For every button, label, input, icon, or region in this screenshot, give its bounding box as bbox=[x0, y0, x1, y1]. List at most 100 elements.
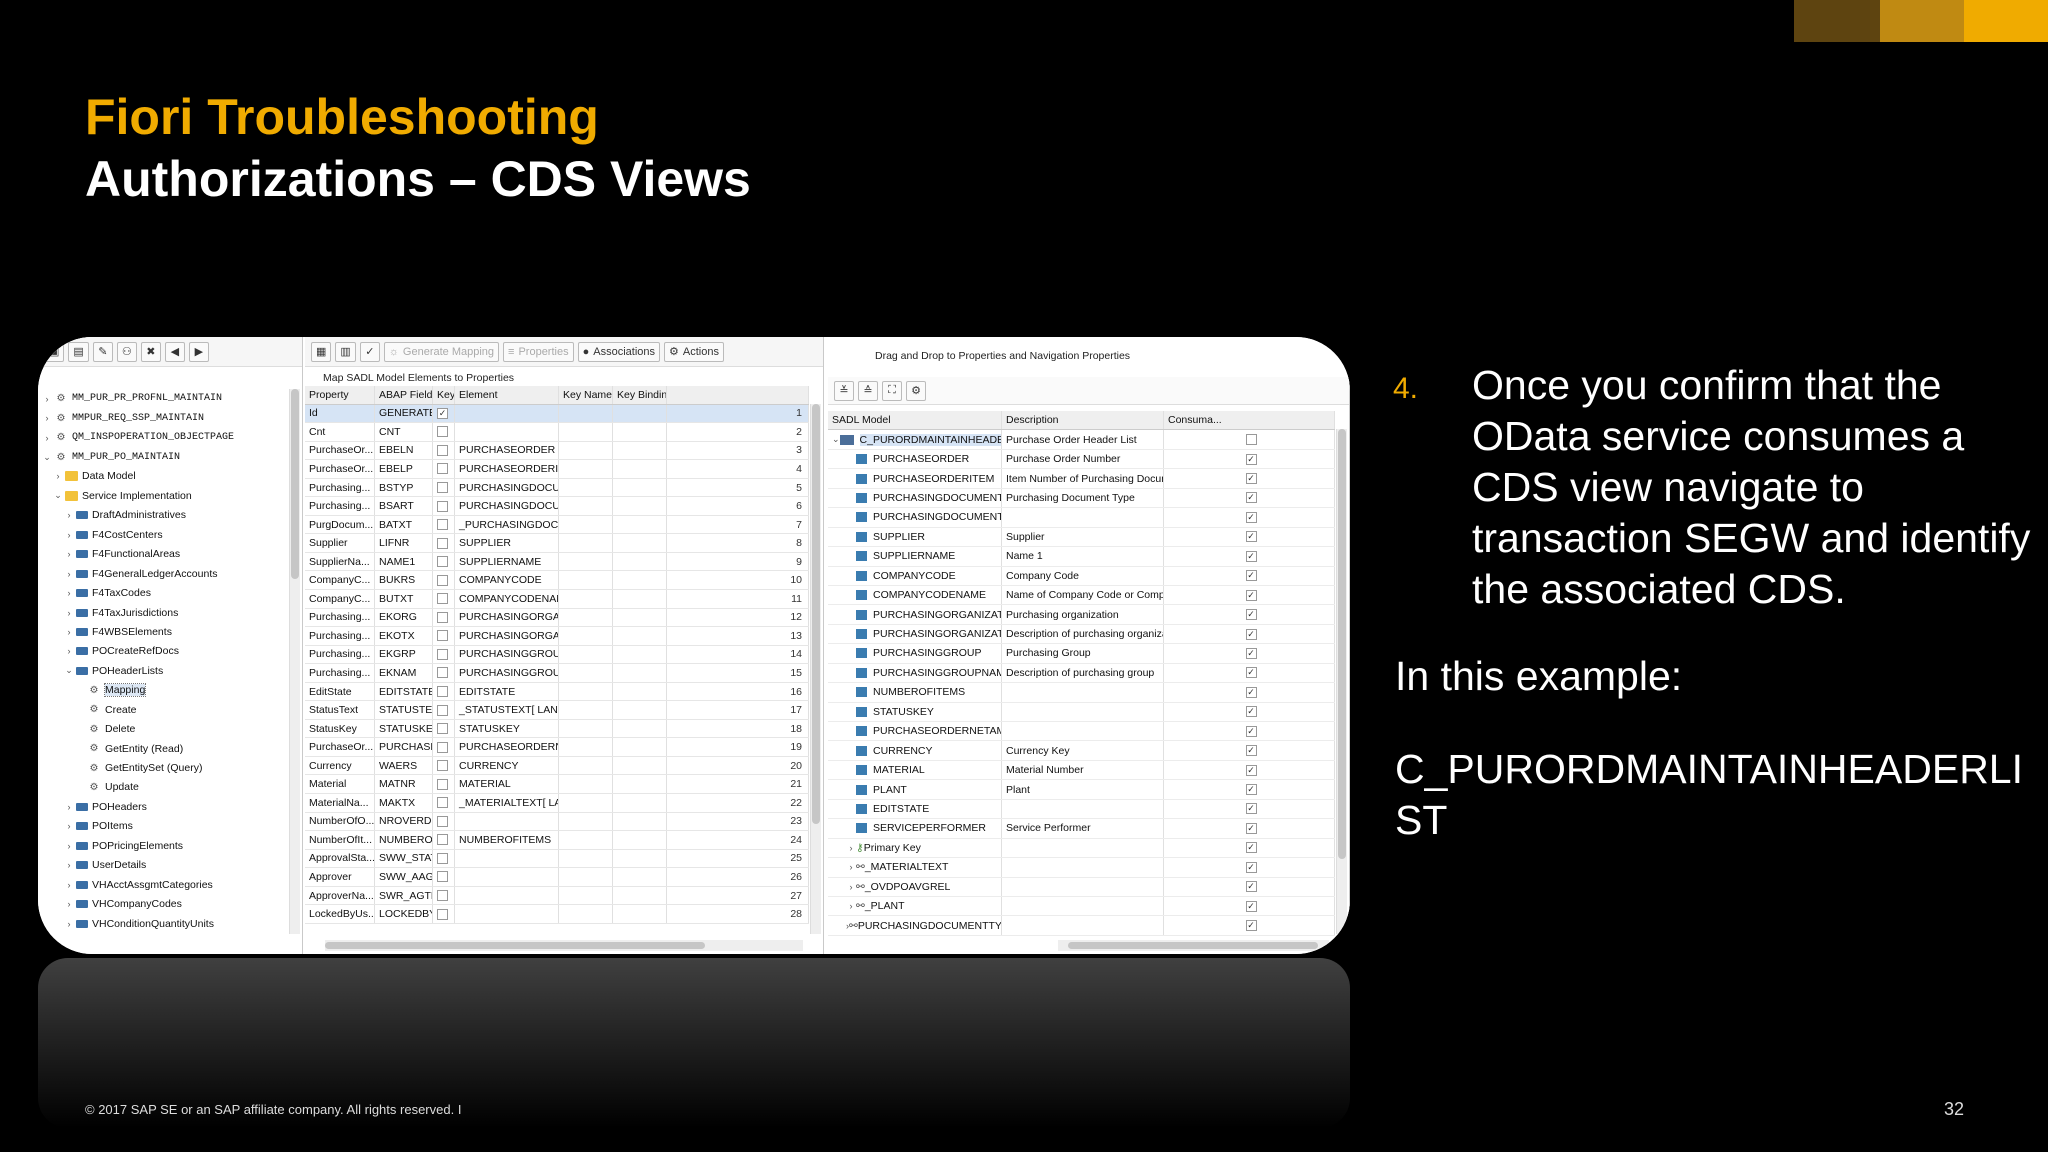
property-cell[interactable]: Id bbox=[305, 404, 375, 423]
column-header[interactable]: Key Name bbox=[559, 386, 613, 404]
consumable-checkbox[interactable]: ✓ bbox=[1245, 745, 1257, 757]
abap-field-cell[interactable]: EBELP bbox=[375, 460, 433, 478]
sadl-row[interactable]: SUPPLIER Supplier ✓ bbox=[828, 527, 1335, 548]
key-name-cell[interactable] bbox=[559, 701, 613, 719]
abap-field-cell[interactable]: EDITSTATE bbox=[375, 682, 433, 701]
tree-item[interactable]: ⌄ ⚙ MM_PUR_PO_MAINTAIN bbox=[42, 447, 288, 466]
key-checkbox[interactable] bbox=[437, 648, 448, 660]
abap-field-cell[interactable]: NAME1 bbox=[375, 552, 433, 571]
property-cell[interactable]: Currency bbox=[305, 756, 375, 775]
table-row[interactable]: ApproverNa...SWR_AGTN... 27 bbox=[305, 886, 809, 906]
tree-scrollbar[interactable] bbox=[289, 389, 300, 934]
chevron-icon[interactable]: › bbox=[64, 588, 74, 598]
property-cell[interactable]: StatusText bbox=[305, 701, 375, 719]
abap-field-cell[interactable]: MAKTX bbox=[375, 794, 433, 812]
key-name-cell[interactable] bbox=[559, 627, 613, 645]
tree-item[interactable]: ⚙ Create bbox=[42, 700, 288, 719]
element-cell[interactable]: SUPPLIERNAME bbox=[455, 552, 559, 571]
key-name-cell[interactable] bbox=[559, 905, 613, 923]
consumable-checkbox[interactable]: ✓ bbox=[1245, 822, 1257, 834]
key-checkbox[interactable] bbox=[437, 500, 448, 512]
tree-item[interactable]: ⚙ Update bbox=[42, 778, 288, 797]
table-row[interactable]: PurchaseOr...EBELP PURCHASEORDERITEM 4 bbox=[305, 460, 809, 479]
sadl-row[interactable]: MATERIAL Material Number ✓ bbox=[828, 760, 1335, 781]
sadl-row[interactable]: PURCHASINGGROUPNAME Description of purcha… bbox=[828, 663, 1335, 684]
element-cell[interactable]: CURRENCY bbox=[455, 756, 559, 775]
key-checkbox[interactable] bbox=[437, 593, 448, 605]
table-row[interactable]: NumberOfO...NROVERDUE... 23 bbox=[305, 812, 809, 832]
key-binding-cell[interactable] bbox=[613, 849, 667, 868]
key-binding-cell[interactable] bbox=[613, 682, 667, 701]
sadl-name-cell[interactable]: PURCHASINGORGANIZATIONNAME bbox=[828, 624, 1002, 644]
key-checkbox[interactable] bbox=[437, 426, 448, 438]
tree-item[interactable]: › ⚙ QM_INSPOPERATION_OBJECTPAGE bbox=[42, 428, 288, 447]
chevron-icon[interactable]: › bbox=[64, 802, 74, 812]
key-checkbox[interactable] bbox=[437, 519, 448, 531]
abap-field-cell[interactable]: STATUSKEY bbox=[375, 719, 433, 738]
column-header[interactable]: Key bbox=[433, 386, 455, 404]
property-cell[interactable]: Material bbox=[305, 775, 375, 794]
key-name-cell[interactable] bbox=[559, 423, 613, 441]
consumable-checkbox[interactable]: ✓ bbox=[1245, 453, 1257, 465]
abap-field-cell[interactable]: LIFNR bbox=[375, 534, 433, 552]
tree-item[interactable]: › F4TaxCodes bbox=[42, 583, 288, 602]
sadl-row[interactable]: EDITSTATE ✓ bbox=[828, 799, 1335, 820]
abap-field-cell[interactable]: SWW_STATX... bbox=[375, 849, 433, 868]
consumable-checkbox[interactable]: ✓ bbox=[1245, 511, 1257, 523]
sadl-name-cell[interactable]: PURCHASINGDOCUMENTCATEGORY bbox=[828, 508, 1002, 527]
tree-item[interactable]: › VHCompanyCodes bbox=[42, 894, 288, 913]
abap-field-cell[interactable]: PURCHASEO... bbox=[375, 738, 433, 756]
sadl-name-cell[interactable]: ⌄ C_PURORDMAINTAINHEADERSLIST bbox=[828, 430, 1002, 449]
abap-field-cell[interactable]: BUTXT bbox=[375, 590, 433, 608]
abap-field-cell[interactable]: BATXT bbox=[375, 515, 433, 534]
element-cell[interactable] bbox=[455, 849, 559, 868]
key-checkbox[interactable] bbox=[437, 537, 448, 549]
key-checkbox[interactable] bbox=[437, 871, 448, 883]
table-row[interactable]: Supplier LIFNR SUPPLIER 8 bbox=[305, 534, 809, 553]
abap-field-cell[interactable]: CNT bbox=[375, 423, 433, 441]
abap-field-cell[interactable]: BUKRS bbox=[375, 571, 433, 590]
property-cell[interactable]: NumberOfIt... bbox=[305, 831, 375, 849]
element-cell[interactable]: PURCHASINGORGANIZAT... bbox=[455, 627, 559, 645]
mapping-scrollbar[interactable] bbox=[810, 404, 821, 934]
sadl-row[interactable]: PURCHASINGDOCUMENTCATEGORY ✓ bbox=[828, 508, 1335, 528]
element-cell[interactable] bbox=[455, 905, 559, 923]
column-header[interactable]: Element bbox=[455, 386, 559, 404]
consumable-checkbox[interactable]: ✓ bbox=[1245, 861, 1257, 873]
sadl-name-cell[interactable]: COMPANYCODENAME bbox=[828, 585, 1002, 605]
key-binding-cell[interactable] bbox=[613, 478, 667, 497]
grid-icon[interactable]: ▦ bbox=[311, 341, 332, 362]
element-cell[interactable]: PURCHASINGGROUP bbox=[455, 645, 559, 664]
property-cell[interactable]: PurgDocum... bbox=[305, 515, 375, 534]
table-row[interactable]: LockedByUs...LOCKEDBYU... 28 bbox=[305, 905, 809, 924]
key-name-cell[interactable] bbox=[559, 645, 613, 664]
key-name-cell[interactable] bbox=[559, 460, 613, 478]
consumable-checkbox[interactable]: ✓ bbox=[1245, 881, 1257, 893]
table-row[interactable]: Purchasing...EKNAM PURCHASINGGROUPNAME 15 bbox=[305, 664, 809, 683]
key-name-cell[interactable] bbox=[559, 404, 613, 423]
key-name-cell[interactable] bbox=[559, 756, 613, 775]
key-name-cell[interactable] bbox=[559, 515, 613, 534]
consumable-checkbox[interactable] bbox=[1245, 434, 1257, 446]
key-name-cell[interactable] bbox=[559, 682, 613, 701]
consumable-checkbox[interactable]: ✓ bbox=[1245, 570, 1257, 582]
sadl-row[interactable]: PURCHASINGGROUP Purchasing Group ✓ bbox=[828, 644, 1335, 664]
sadl-name-cell[interactable]: PURCHASINGORGANIZATION bbox=[828, 605, 1002, 624]
abap-field-cell[interactable]: EKNAM bbox=[375, 664, 433, 682]
tree-item[interactable]: ⚙ Delete bbox=[42, 719, 288, 738]
consumable-checkbox[interactable]: ✓ bbox=[1245, 647, 1257, 659]
key-name-cell[interactable] bbox=[559, 886, 613, 905]
consumable-checkbox[interactable]: ✓ bbox=[1245, 667, 1257, 679]
sadl-name-cell[interactable]: PURCHASINGDOCUMENTTYPE bbox=[828, 488, 1002, 508]
tree-item[interactable]: ⌄ Service Implementation bbox=[42, 486, 288, 505]
table-row[interactable]: PurgDocum...BATXT _PURCHASINGDOCUMEN... 7 bbox=[305, 515, 809, 535]
table-row[interactable]: Purchasing...EKORG PURCHASINGORGANIZAT...… bbox=[305, 608, 809, 628]
expand-icon[interactable]: ▣ bbox=[44, 341, 65, 362]
key-name-cell[interactable] bbox=[559, 849, 613, 868]
element-cell[interactable] bbox=[455, 868, 559, 886]
property-cell[interactable]: Purchasing... bbox=[305, 645, 375, 664]
chevron-icon[interactable]: › bbox=[42, 433, 52, 443]
actions-button[interactable]: ⚙ Actions bbox=[664, 341, 724, 362]
key-binding-cell[interactable] bbox=[613, 497, 667, 515]
sadl-name-cell[interactable]: › ⚯ _PLANT bbox=[828, 896, 1002, 916]
